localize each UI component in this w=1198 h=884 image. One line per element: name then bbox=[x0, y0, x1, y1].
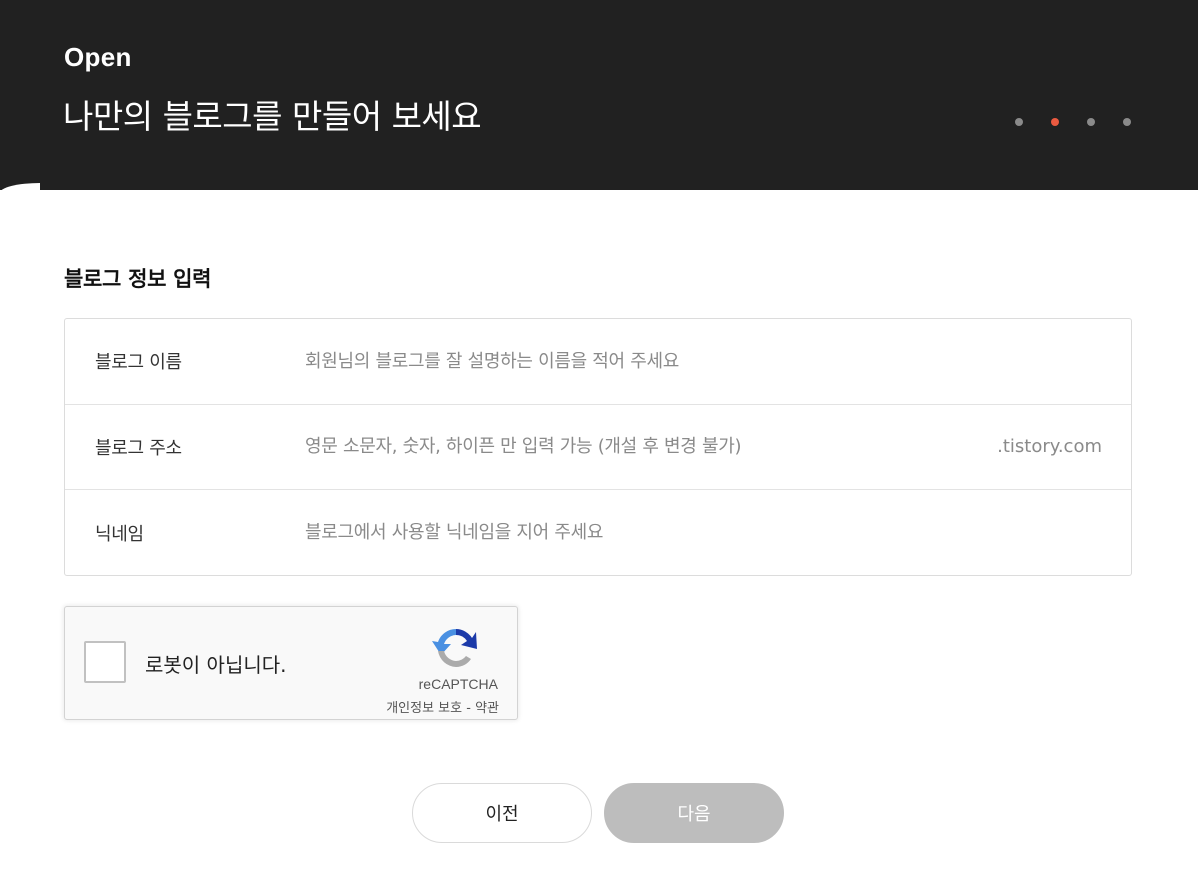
next-button[interactable]: 다음 bbox=[604, 783, 784, 843]
blog-address-row: 블로그 주소 .tistory.com bbox=[65, 405, 1131, 490]
recaptcha-privacy-link[interactable]: 개인정보 보호 bbox=[386, 701, 462, 716]
nickname-row: 닉네임 bbox=[65, 490, 1131, 576]
recaptcha-label: 로봇이 아닙니다. bbox=[145, 653, 287, 677]
recaptcha-widget: 로봇이 아닙니다. reCAPTCHA 개인정보 보호 - 약관 bbox=[64, 606, 518, 720]
step-dot-3 bbox=[1087, 118, 1095, 126]
step-indicator bbox=[1015, 118, 1131, 126]
page-headline: 나만의 블로그를 만들어 보세요 bbox=[63, 97, 482, 136]
blog-name-row: 블로그 이름 bbox=[65, 319, 1131, 405]
blog-name-input[interactable] bbox=[305, 350, 985, 372]
recaptcha-link-separator: - bbox=[466, 701, 471, 716]
blog-name-label: 블로그 이름 bbox=[95, 352, 182, 374]
nickname-label: 닉네임 bbox=[95, 523, 144, 545]
step-dot-4 bbox=[1123, 118, 1131, 126]
step-dot-1 bbox=[1015, 118, 1023, 126]
recaptcha-links: 개인정보 보호 - 약관 bbox=[386, 697, 499, 716]
recaptcha-terms-link[interactable]: 약관 bbox=[475, 701, 499, 716]
page-header: Open 나만의 블로그를 만들어 보세요 bbox=[0, 0, 1198, 190]
domain-suffix: .tistory.com bbox=[997, 436, 1102, 458]
recaptcha-logo-icon bbox=[432, 629, 477, 667]
step-dot-2-active bbox=[1051, 118, 1059, 126]
recaptcha-checkbox[interactable] bbox=[84, 641, 126, 683]
section-title: 블로그 정보 입력 bbox=[64, 267, 212, 291]
blog-address-input[interactable] bbox=[305, 436, 985, 458]
blog-info-form: 블로그 이름 블로그 주소 .tistory.com 닉네임 bbox=[64, 318, 1132, 576]
recaptcha-brand: reCAPTCHA bbox=[418, 676, 498, 692]
nickname-input[interactable] bbox=[305, 522, 985, 544]
blog-address-label: 블로그 주소 bbox=[95, 437, 182, 459]
brand-logo: Open bbox=[64, 42, 132, 72]
prev-button[interactable]: 이전 bbox=[412, 783, 592, 843]
